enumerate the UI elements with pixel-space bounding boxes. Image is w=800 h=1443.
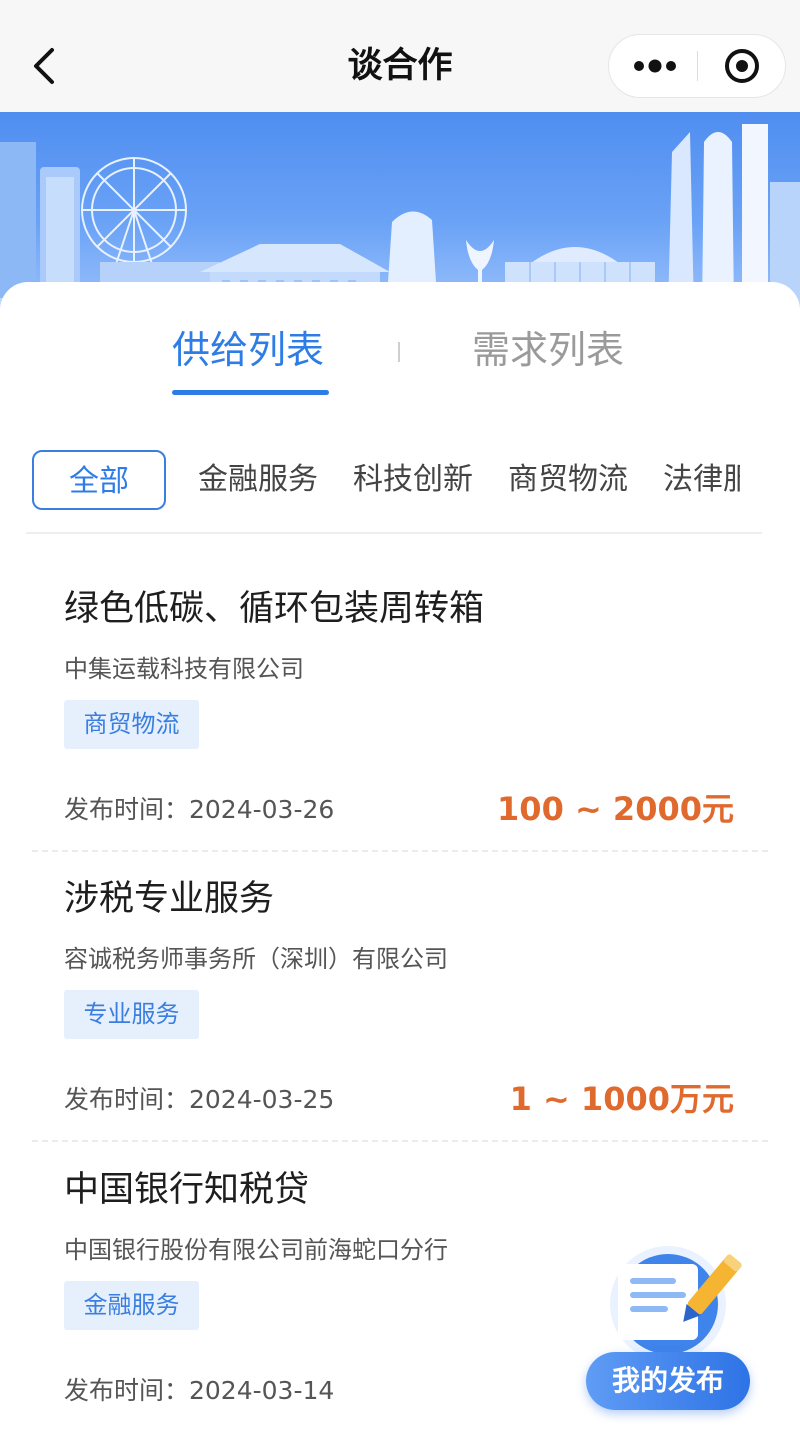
- list-item[interactable]: 涉税专业服务 容诚税务师事务所（深圳）有限公司 专业服务 发布时间：2024-0…: [0, 862, 800, 1152]
- category-legal[interactable]: 法律服务: [663, 450, 740, 510]
- item-price: 1 ~ 1000万元: [509, 1080, 734, 1118]
- item-price: 100 ~ 2000元: [497, 790, 734, 828]
- my-posts-label: 我的发布: [586, 1352, 750, 1410]
- more-dots-icon: [634, 59, 676, 73]
- active-tab-indicator: [172, 390, 329, 395]
- category-all[interactable]: 全部: [32, 450, 166, 510]
- more-button[interactable]: [609, 35, 697, 97]
- item-title: 涉税专业服务: [64, 879, 275, 919]
- item-company: 容诚税务师事务所（深圳）有限公司: [64, 945, 448, 973]
- close-mini-program-button[interactable]: [698, 35, 786, 97]
- mini-program-capsule: [608, 34, 786, 98]
- item-category-tag: 商贸物流: [64, 700, 199, 749]
- category-tech[interactable]: 科技创新: [353, 450, 473, 510]
- item-category-tag: 金融服务: [64, 1281, 199, 1330]
- item-publish-date: 发布时间：2024-03-26: [64, 795, 335, 824]
- item-publish-date: 发布时间：2024-03-25: [64, 1085, 335, 1114]
- filter-divider: [26, 532, 762, 534]
- item-company: 中集运载科技有限公司: [64, 655, 304, 683]
- item-title: 中国银行知税贷: [64, 1170, 310, 1210]
- item-company: 中国银行股份有限公司前海蛇口分行: [64, 1236, 448, 1264]
- category-trade-logistics[interactable]: 商贸物流: [508, 450, 628, 510]
- list-item[interactable]: 绿色低碳、循环包装周转箱 中集运载科技有限公司 商贸物流 发布时间：2024-0…: [0, 572, 800, 862]
- item-divider: [32, 1140, 768, 1142]
- item-title: 绿色低碳、循环包装周转箱: [64, 589, 485, 629]
- item-divider: [32, 850, 768, 852]
- target-icon: [725, 49, 759, 83]
- tab-supply-list[interactable]: 供给列表: [172, 322, 324, 378]
- my-posts-button[interactable]: 我的发布: [584, 1246, 754, 1416]
- category-filter: 全部 金融服务 科技创新 商贸物流 法律服务: [0, 450, 740, 514]
- category-finance[interactable]: 金融服务: [198, 450, 318, 510]
- item-publish-date: 发布时间：2024-03-14: [64, 1376, 335, 1405]
- nav-bar: 谈合作: [0, 0, 800, 112]
- item-category-tag: 专业服务: [64, 990, 199, 1039]
- document-edit-icon: [610, 1246, 742, 1362]
- tab-separator: [398, 342, 400, 362]
- tab-demand-list[interactable]: 需求列表: [472, 322, 624, 378]
